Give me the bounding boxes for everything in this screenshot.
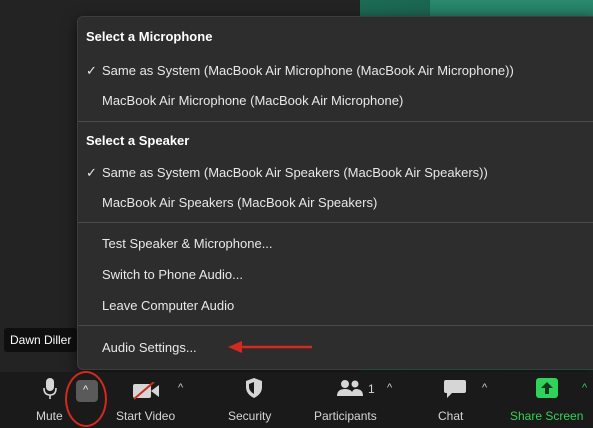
video-options-caret-icon[interactable]: ^: [178, 382, 183, 394]
switch-to-phone-audio-item[interactable]: Switch to Phone Audio...: [102, 267, 243, 282]
participants-button[interactable]: 1 Participants: [312, 372, 392, 428]
participants-options-caret-icon[interactable]: ^: [387, 382, 392, 394]
share-screen-label: Share Screen: [510, 409, 584, 423]
menu-divider: [78, 121, 593, 122]
test-speaker-microphone-item[interactable]: Test Speaker & Microphone...: [102, 236, 273, 251]
microphone-icon: [43, 378, 57, 399]
checkmark-icon: ✓: [86, 165, 97, 180]
audio-settings-item[interactable]: Audio Settings...: [102, 340, 197, 355]
speaker-section-header: Select a Speaker: [86, 133, 190, 148]
share-options-caret-icon[interactable]: ^: [582, 382, 587, 394]
chat-label: Chat: [438, 409, 464, 423]
checkmark-icon: ✓: [86, 63, 97, 78]
annotation-circle: [65, 371, 107, 427]
audio-options-menu: Select a Microphone ✓ Same as System (Ma…: [77, 16, 593, 370]
menu-divider: [78, 222, 593, 223]
menu-divider: [78, 325, 593, 326]
chat-bubble-icon: [444, 380, 466, 398]
microphone-section-header: Select a Microphone: [86, 29, 213, 44]
menu-item-label: Same as System (MacBook Air Speakers (Ma…: [102, 165, 488, 180]
video-off-icon: [133, 382, 159, 400]
security-button[interactable]: Security: [224, 372, 284, 428]
leave-computer-audio-item[interactable]: Leave Computer Audio: [102, 298, 234, 313]
annotation-arrow-icon: [228, 341, 312, 353]
menu-item-label: MacBook Air Speakers (MacBook Air Speake…: [102, 195, 378, 210]
menu-item-label: MacBook Air Microphone (MacBook Air Micr…: [102, 93, 404, 108]
mute-label: Mute: [36, 409, 63, 423]
share-screen-icon: [536, 378, 558, 398]
chat-options-caret-icon[interactable]: ^: [482, 382, 487, 394]
microphone-option-macbook-air[interactable]: MacBook Air Microphone (MacBook Air Micr…: [102, 93, 403, 108]
security-label: Security: [228, 409, 272, 423]
speaker-option-macbook-air[interactable]: MacBook Air Speakers (MacBook Air Speake…: [102, 195, 377, 210]
start-video-button[interactable]: Start Video: [112, 372, 188, 428]
shield-icon: [246, 378, 262, 398]
share-screen-button[interactable]: Share Screen: [506, 372, 590, 428]
menu-item-label: Same as System (MacBook Air Microphone (…: [102, 63, 514, 78]
participants-count: 1: [368, 382, 375, 396]
participant-name-tag: Dawn Diller: [4, 328, 78, 352]
start-video-label: Start Video: [116, 409, 176, 423]
participants-label: Participants: [314, 409, 377, 423]
participants-icon: [337, 380, 363, 396]
speaker-option-same-as-system[interactable]: ✓ Same as System (MacBook Air Speakers (…: [86, 165, 488, 180]
microphone-option-same-as-system[interactable]: ✓ Same as System (MacBook Air Microphone…: [86, 63, 514, 78]
chat-button[interactable]: Chat: [432, 372, 474, 428]
